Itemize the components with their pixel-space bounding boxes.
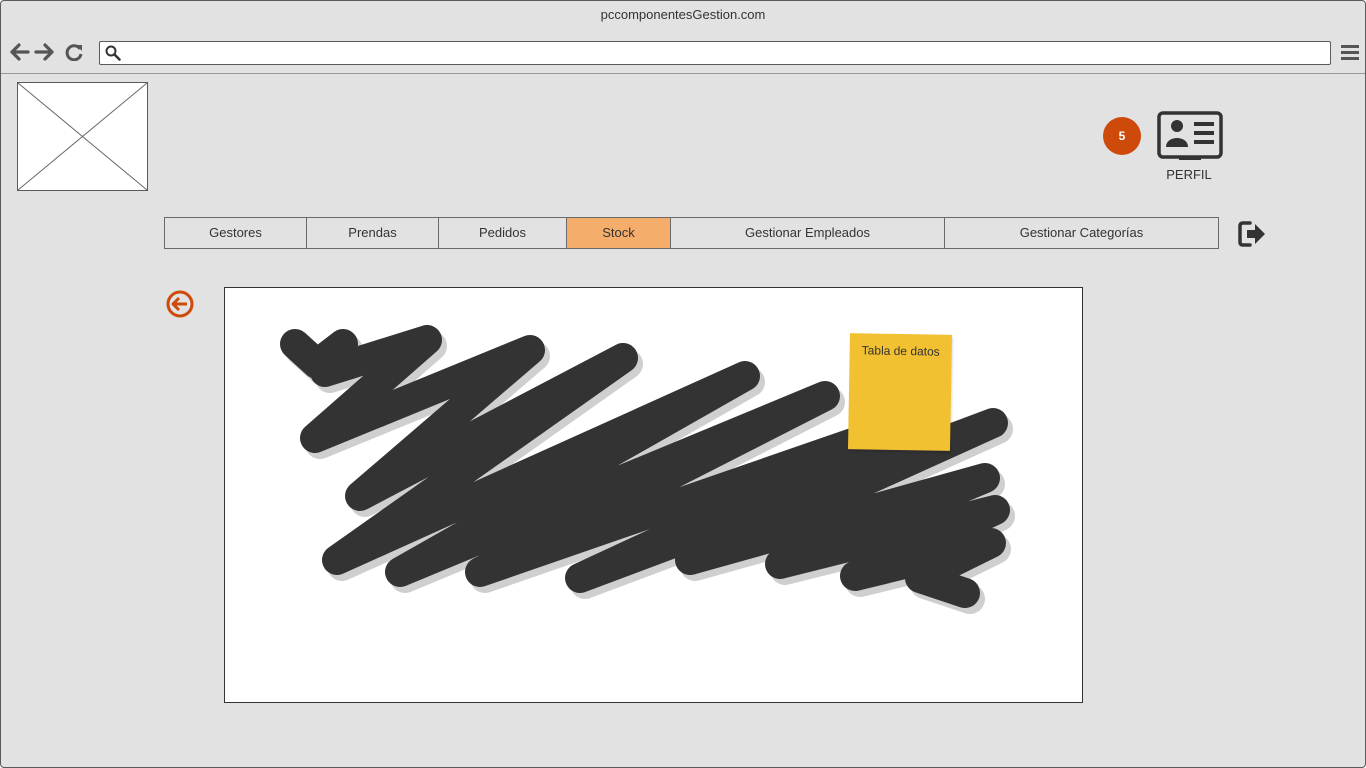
- circle-arrow-left-icon[interactable]: [165, 289, 195, 324]
- main-nav-tabs: Gestores Prendas Pedidos Stock Gestionar…: [164, 217, 1219, 249]
- id-card-icon[interactable]: [1157, 111, 1223, 166]
- hamburger-icon[interactable]: [1341, 44, 1359, 65]
- window-title: pccomponentesGestion.com: [600, 7, 766, 22]
- browser-window: pccomponentesGestion.com 5 PERFIL Gestor…: [0, 0, 1366, 768]
- address-bar[interactable]: [99, 41, 1331, 65]
- tab-gestionar-categorias[interactable]: Gestionar Categorías: [945, 218, 1218, 248]
- search-icon: [105, 45, 121, 66]
- arrow-left-icon[interactable]: [10, 43, 30, 61]
- browser-toolbar: [1, 31, 1365, 74]
- reload-icon[interactable]: [65, 43, 85, 61]
- scribble-placeholder: [280, 325, 1015, 614]
- tab-prendas[interactable]: Prendas: [307, 218, 439, 248]
- tab-stock[interactable]: Stock: [567, 218, 671, 248]
- logo-placeholder: [17, 82, 148, 191]
- tab-pedidos[interactable]: Pedidos: [439, 218, 567, 248]
- tab-gestores[interactable]: Gestores: [165, 218, 307, 248]
- tab-gestionar-empleados[interactable]: Gestionar Empleados: [671, 218, 945, 248]
- notification-badge[interactable]: 5: [1103, 117, 1141, 155]
- arrow-right-icon[interactable]: [34, 43, 54, 61]
- sticky-note: Tabla de datos: [847, 333, 953, 451]
- profile-label[interactable]: PERFIL: [1151, 167, 1227, 182]
- logout-icon[interactable]: [1238, 220, 1268, 253]
- content-panel: Tabla de datos: [224, 287, 1083, 703]
